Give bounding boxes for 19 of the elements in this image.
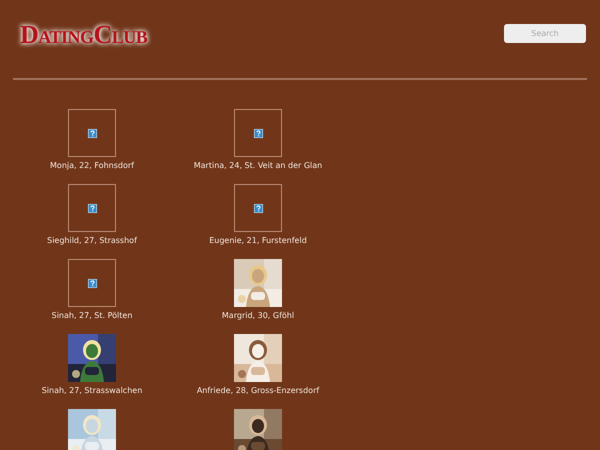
broken-image-icon [88, 278, 96, 288]
profile-caption[interactable]: Sieghild, 27, Strasshof [47, 236, 137, 245]
image-frame[interactable] [68, 184, 116, 232]
profile-caption[interactable]: Sinah, 27, Strasswalchen [42, 386, 142, 395]
search-field[interactable]: Search [504, 24, 586, 43]
profile-caption[interactable]: Eugenie, 21, Furstenfeld [209, 236, 307, 245]
broken-image-icon [88, 128, 96, 138]
broken-image-icon [254, 128, 262, 138]
profile-caption[interactable]: Margrid, 30, Gföhl [222, 311, 294, 320]
image-frame[interactable] [68, 109, 116, 157]
broken-image-icon [254, 204, 262, 212]
profile-caption[interactable]: Anfriede, 28, Gross-Enzersdorf [196, 386, 320, 395]
profile-caption[interactable]: Monja, 22, Fohnsdorf [50, 161, 134, 170]
broken-image-icon [88, 204, 96, 212]
profile-caption[interactable]: Martina, 24, St. Veit an der Glan [194, 161, 322, 170]
image-frame[interactable] [234, 184, 282, 232]
image-frame[interactable] [68, 259, 116, 307]
image-frame[interactable] [234, 109, 282, 157]
profile-caption[interactable]: Sinah, 27, St. Pölten [52, 311, 132, 320]
